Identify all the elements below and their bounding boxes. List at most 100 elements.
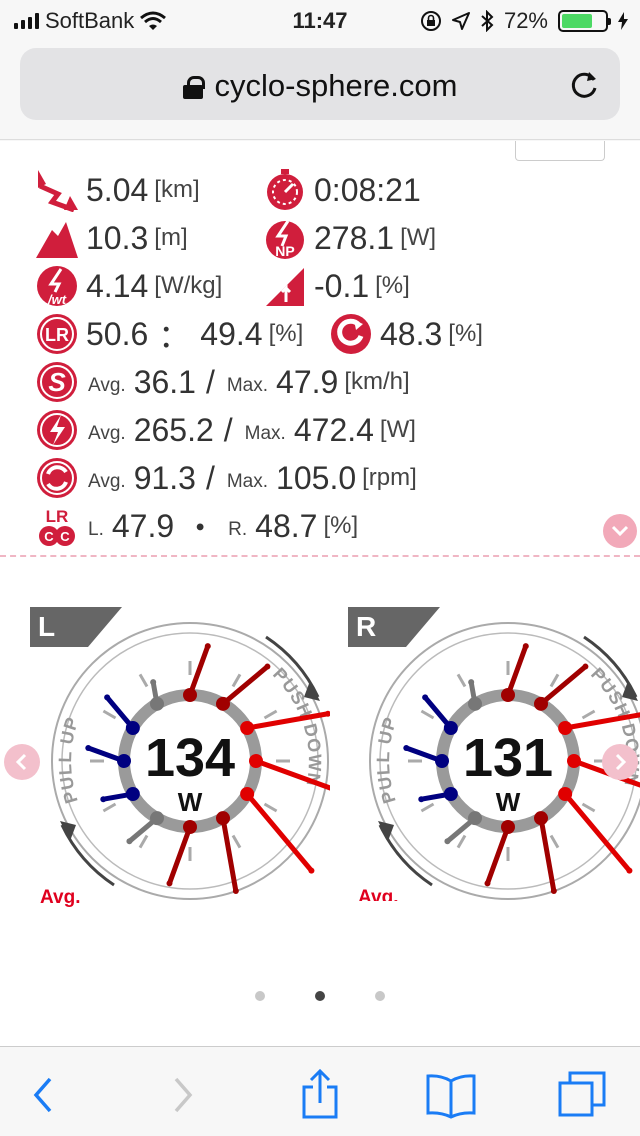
- wkg-unit: [W/kg]: [154, 272, 223, 299]
- elevation-stat: 10.3 [m]: [34, 216, 188, 260]
- time-stat: 0:08:21: [262, 168, 421, 212]
- svg-text:/wt: /wt: [47, 292, 67, 307]
- browser-toolbar: [0, 1046, 640, 1136]
- lr-left-value: 50.6: [86, 315, 149, 352]
- browser-chrome: cyclo-sphere.com: [0, 40, 640, 140]
- power-avg-label: Avg.: [88, 423, 126, 444]
- elevation-value: 10.3: [86, 219, 149, 256]
- svg-text:C: C: [60, 529, 70, 544]
- power-unit: [W]: [379, 416, 416, 443]
- lr-separator: ：: [158, 318, 191, 354]
- svg-text:LR: LR: [46, 507, 69, 526]
- speed-stat: S Avg. 36.1 / Max. 47.9 [km/h]: [34, 360, 410, 404]
- speed-avg-label: Avg.: [88, 375, 126, 396]
- speed-max-label: Max.: [226, 375, 269, 396]
- menu-tab[interactable]: [515, 141, 605, 161]
- stopwatch-icon: [267, 169, 303, 210]
- power-slash: /: [223, 411, 233, 448]
- left-pedal-gauge: PULL UPPUSH DOWN L 134 W Avg.: [30, 601, 349, 911]
- distance-icon: [38, 170, 78, 212]
- right-pedal-gauge: PULL UPPUSH DOWN R 131 W Avg.: [348, 601, 640, 901]
- lr-balance-icon: LR: [37, 314, 77, 354]
- charging-icon: [618, 12, 628, 30]
- lrcc-dot: ・: [184, 510, 217, 546]
- reload-icon[interactable]: [568, 68, 600, 102]
- power-stat: Avg. 265.2 / Max. 472.4 [W]: [34, 408, 416, 452]
- location-icon: [451, 12, 470, 30]
- svg-text:LR: LR: [45, 325, 69, 345]
- back-icon[interactable]: [18, 1069, 70, 1121]
- pedal-efficiency-icon: [331, 314, 371, 354]
- grade-stat: -0.1 [%]: [262, 264, 410, 308]
- address-bar[interactable]: cyclo-sphere.com: [20, 48, 620, 120]
- cadence-max-value: 105.0: [276, 459, 357, 496]
- svg-text:S: S: [48, 367, 66, 397]
- chevron-down-icon: [611, 525, 629, 537]
- side-tag: R: [348, 607, 440, 647]
- efficiency-unit: [%]: [448, 320, 483, 347]
- lock-icon: [182, 76, 205, 99]
- grade-value: -0.1: [314, 267, 370, 304]
- np-stat: NP 278.1 [W]: [262, 216, 436, 260]
- page-dot[interactable]: [315, 991, 325, 1001]
- svg-text:PULL UP: PULL UP: [55, 714, 83, 806]
- power-weight-icon: /wt: [37, 266, 77, 307]
- share-icon[interactable]: [294, 1069, 346, 1121]
- cadence-slash: /: [205, 459, 215, 496]
- power-unit: W: [177, 787, 203, 817]
- lr-balance-stat: LR 50.6 ： 49.4 [%]: [34, 312, 303, 356]
- efficiency-value: 48.3: [380, 315, 443, 352]
- cadence-max-label: Max.: [226, 471, 269, 492]
- lrcc-right-value: 48.7: [255, 507, 318, 544]
- speed-unit: [km/h]: [344, 368, 410, 395]
- lrcc-left-label: L.: [88, 519, 104, 540]
- normalized-power-icon: NP: [266, 220, 304, 259]
- side-tag: L: [30, 607, 122, 647]
- prev-slide-button[interactable]: [4, 744, 40, 780]
- power-value: 131: [462, 728, 554, 788]
- distance-stat: 5.04 [km]: [34, 168, 200, 212]
- section-divider: [0, 555, 640, 557]
- status-right: 72%: [420, 8, 628, 34]
- side-letter: R: [356, 611, 377, 642]
- tabs-icon[interactable]: [556, 1069, 608, 1121]
- distance-value: 5.04: [86, 171, 149, 208]
- power-max-value: 472.4: [293, 411, 374, 448]
- status-bar: SoftBank 11:47 72%: [0, 0, 640, 40]
- speed-icon: S: [37, 362, 77, 402]
- power-icon: [37, 410, 77, 450]
- svg-text:C: C: [44, 529, 54, 544]
- forward-icon[interactable]: [156, 1069, 208, 1121]
- url-display[interactable]: cyclo-sphere.com: [20, 68, 620, 104]
- lr-cc-stat: LR C C L. 47.9 ・ R. 48.7 [%]: [34, 504, 358, 548]
- battery-icon: [558, 10, 611, 32]
- svg-text:NP: NP: [275, 243, 294, 259]
- np-unit: [W]: [400, 224, 437, 251]
- next-slide-button[interactable]: [602, 744, 638, 780]
- expand-button[interactable]: [603, 514, 637, 548]
- lrcc-left-value: 47.9: [111, 507, 175, 544]
- battery-percent: 72%: [503, 8, 548, 33]
- wkg-value: 4.14: [86, 267, 149, 304]
- page-dot[interactable]: [255, 991, 265, 1001]
- time-value: 0:08:21: [314, 171, 421, 208]
- svg-text:PULL UP: PULL UP: [373, 714, 401, 806]
- side-letter: L: [38, 611, 56, 642]
- orientation-lock-icon: [420, 11, 441, 31]
- np-value: 278.1: [314, 219, 395, 256]
- bookmarks-icon[interactable]: [425, 1069, 477, 1121]
- page-content: 5.04 [km] 0:08:21 10.3 [m] NP 278.1 [W] /wt: [0, 141, 640, 1046]
- lr-right-value: 49.4: [200, 315, 263, 352]
- avg-label: Avg.: [36, 885, 85, 911]
- page-dot[interactable]: [375, 991, 385, 1001]
- page-indicator: [0, 991, 640, 1001]
- lr-unit: [%]: [268, 320, 304, 347]
- power-value: 134: [144, 728, 236, 788]
- grade-icon: [266, 268, 304, 306]
- speed-max-value: 47.9: [276, 363, 339, 400]
- elevation-icon: [36, 222, 78, 258]
- speed-avg-value: 36.1: [133, 363, 196, 400]
- avg-label: Avg.: [354, 885, 403, 901]
- wkg-stat: /wt 4.14 [W/kg]: [34, 264, 222, 308]
- cadence-unit: [rpm]: [362, 464, 417, 491]
